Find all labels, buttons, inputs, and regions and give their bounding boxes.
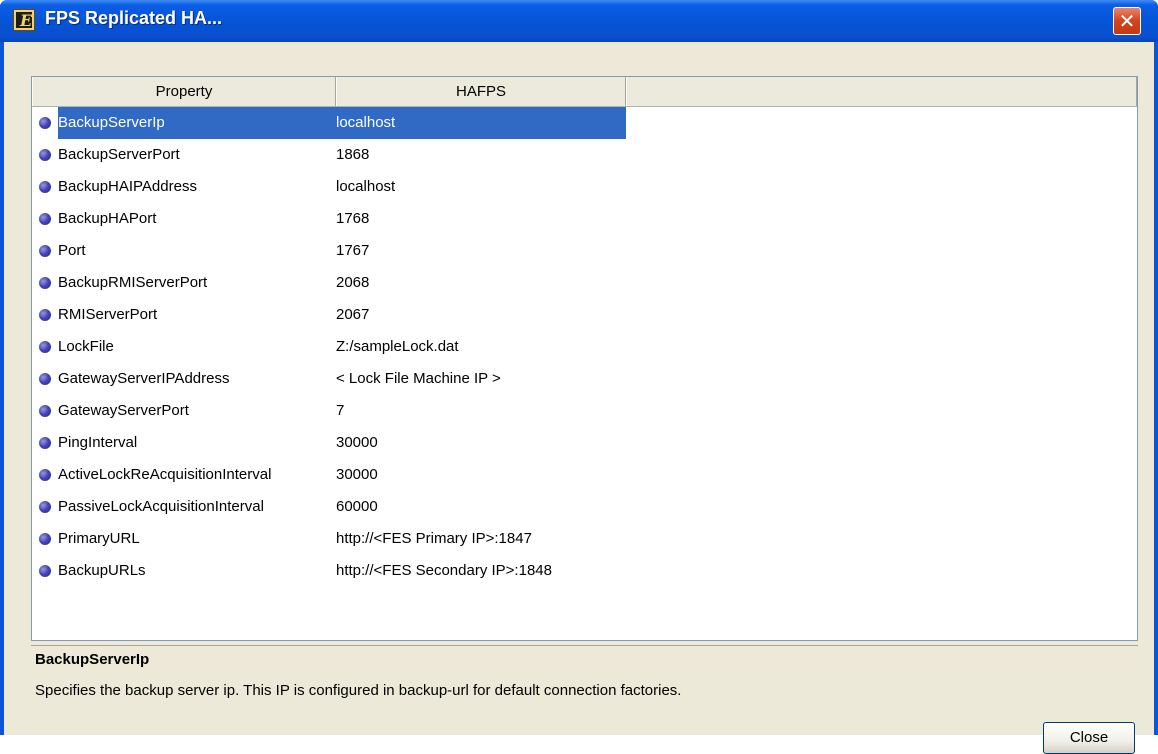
property-table: Property HAFPS BackupServerIp localhost Ba…	[31, 76, 1138, 641]
property-name: BackupServerPort	[58, 146, 180, 163]
description-title: BackupServerIp	[35, 651, 150, 668]
table-row[interactable]: BackupURLs http://<FES Secondary IP>:1848	[32, 555, 1137, 587]
property-value[interactable]: 2068	[336, 267, 369, 299]
property-bullet-icon	[39, 245, 51, 257]
column-header-property[interactable]: Property	[32, 77, 336, 106]
property-value[interactable]: localhost	[336, 171, 395, 203]
property-bullet-icon	[39, 117, 51, 129]
property-value[interactable]: 60000	[336, 491, 378, 523]
table-row[interactable]: PassiveLockAcquisitionInterval 60000	[32, 491, 1137, 523]
table-row[interactable]: LockFile Z:/sampleLock.dat	[32, 331, 1137, 363]
property-value[interactable]: 30000	[336, 459, 378, 491]
table-row[interactable]: RMIServerPort 2067	[32, 299, 1137, 331]
window-close-button[interactable]: ✕	[1113, 7, 1141, 35]
property-name: GatewayServerIPAddress	[58, 370, 230, 387]
property-value[interactable]: localhost	[336, 107, 626, 139]
column-header-hafps[interactable]: HAFPS	[336, 77, 626, 106]
property-bullet-icon	[39, 501, 51, 513]
description-divider	[31, 645, 1138, 646]
property-value[interactable]: 1767	[336, 235, 369, 267]
property-bullet-icon	[39, 405, 51, 417]
property-name: RMIServerPort	[58, 306, 158, 323]
property-bullet-icon	[39, 181, 51, 193]
table-row[interactable]: PingInterval 30000	[32, 427, 1137, 459]
property-name: ActiveLockReAcquisitionInterval	[58, 466, 272, 483]
property-value[interactable]: 1868	[336, 139, 369, 171]
close-button[interactable]: Close	[1043, 722, 1135, 754]
table-row[interactable]: GatewayServerPort 7	[32, 395, 1137, 427]
property-bullet-icon	[39, 277, 51, 289]
property-name: PingInterval	[58, 434, 138, 451]
property-name: BackupRMIServerPort	[58, 274, 208, 291]
property-bullet-icon	[39, 469, 51, 481]
property-name: LockFile	[58, 338, 114, 355]
table-row[interactable]: Port 1767	[32, 235, 1137, 267]
property-bullet-icon	[39, 533, 51, 545]
property-value[interactable]: http://<FES Secondary IP>:1848	[336, 555, 552, 587]
app-logo-icon: E	[13, 9, 35, 31]
property-value[interactable]: http://<FES Primary IP>:1847	[336, 523, 532, 555]
property-name: PassiveLockAcquisitionInterval	[58, 498, 264, 515]
description-text: Specifies the backup server ip. This IP …	[35, 682, 682, 699]
property-value[interactable]: Z:/sampleLock.dat	[336, 331, 459, 363]
dialog-client-area: Property HAFPS BackupServerIp localhost Ba…	[4, 42, 1154, 754]
property-value[interactable]: 7	[336, 395, 344, 427]
table-header: Property HAFPS	[32, 77, 1137, 107]
property-name: BackupHAIPAddress	[58, 178, 197, 195]
property-name: BackupServerIp	[58, 107, 336, 139]
property-value[interactable]: 2067	[336, 299, 369, 331]
property-name: BackupHAPort	[58, 210, 157, 227]
property-bullet-icon	[39, 149, 51, 161]
property-name: Port	[58, 242, 86, 259]
table-row[interactable]: BackupHAIPAddress localhost	[32, 171, 1137, 203]
title-bar[interactable]: E FPS Replicated HA... ✕	[0, 0, 1158, 42]
property-value[interactable]: < Lock File Machine IP >	[336, 363, 501, 395]
table-row[interactable]: BackupHAPort 1768	[32, 203, 1137, 235]
property-bullet-icon	[39, 309, 51, 321]
property-name: PrimaryURL	[58, 530, 140, 547]
table-row[interactable]: ActiveLockReAcquisitionInterval 30000	[32, 459, 1137, 491]
property-bullet-icon	[39, 341, 51, 353]
table-row[interactable]: PrimaryURL http://<FES Primary IP>:1847	[32, 523, 1137, 555]
property-value[interactable]: 1768	[336, 203, 369, 235]
property-bullet-icon	[39, 565, 51, 577]
table-row[interactable]: BackupServerPort 1868	[32, 139, 1137, 171]
dialog-window: E FPS Replicated HA... ✕ Property HAFPS …	[0, 0, 1158, 754]
property-bullet-icon	[39, 213, 51, 225]
column-header-empty[interactable]	[626, 77, 1137, 106]
property-bullet-icon	[39, 437, 51, 449]
window-title: FPS Replicated HA...	[45, 8, 223, 28]
table-row[interactable]: BackupServerIp localhost	[32, 107, 1137, 139]
property-name: GatewayServerPort	[58, 402, 189, 419]
table-row[interactable]: BackupRMIServerPort 2068	[32, 267, 1137, 299]
property-name: BackupURLs	[58, 562, 146, 579]
table-row[interactable]: GatewayServerIPAddress < Lock File Machin…	[32, 363, 1137, 395]
property-bullet-icon	[39, 373, 51, 385]
property-value[interactable]: 30000	[336, 427, 378, 459]
